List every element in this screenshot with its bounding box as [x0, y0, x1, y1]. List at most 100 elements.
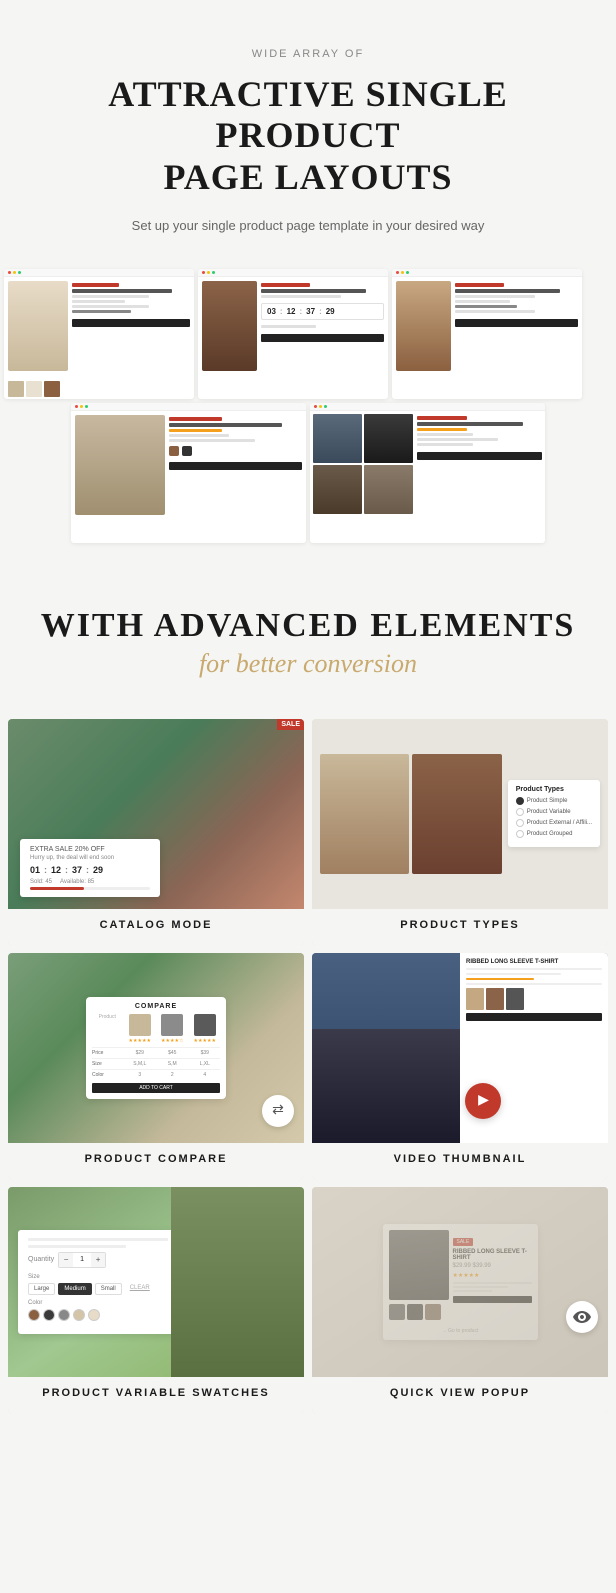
feature-swatches-image: Quantity − 1 + Size Large Medium Small — [8, 1187, 304, 1377]
compare-row-size: Size S,M,L S,M L,XL — [92, 1058, 220, 1069]
ms: 29 — [326, 307, 335, 316]
color-dark[interactable] — [43, 1309, 55, 1321]
nav-dot-yellow — [401, 271, 404, 274]
menu-item-simple: Product Simple — [516, 797, 592, 805]
cta-button — [417, 452, 542, 460]
size-clear[interactable]: CLEAR — [125, 1283, 155, 1295]
feature-product-types[interactable]: Product Types Product Simple Product Var… — [312, 719, 608, 945]
product-info — [417, 414, 542, 540]
compare-background: COMPARE Product ★★★★★ ★★★★☆ — [8, 953, 304, 1143]
layout-thumb-5[interactable] — [310, 403, 545, 543]
feature-catalog-image: SALE EXTRA SALE 20% OFF Hurry up, the de… — [8, 719, 304, 909]
product-img-1 — [320, 754, 409, 874]
advanced-subtitle: for better conversion — [20, 649, 596, 679]
badge-line — [417, 416, 467, 420]
browser-nav — [71, 403, 306, 411]
browser-nav — [4, 269, 194, 277]
color-beige[interactable] — [73, 1309, 85, 1321]
color-label: Color — [28, 1300, 168, 1306]
nav-dot-yellow — [80, 405, 83, 408]
color-swatch-row: Color — [28, 1300, 168, 1321]
compare-stars-1: ★★★★★ — [129, 1038, 151, 1044]
layout-screenshots-row2 — [0, 403, 616, 543]
detail-line2 — [169, 439, 255, 442]
feature-product-compare[interactable]: COMPARE Product ★★★★★ ★★★★☆ — [8, 953, 304, 1179]
model-background — [312, 953, 460, 1143]
qty-minus[interactable]: − — [59, 1253, 73, 1267]
hours: 03 — [267, 307, 276, 316]
cta-button — [455, 319, 578, 327]
detail-line2 — [72, 300, 125, 303]
layout-thumb-2[interactable]: 03 : 12 : 37 : 29 — [198, 269, 388, 399]
thumbnail-row — [4, 379, 194, 399]
layout-thumb-4[interactable] — [71, 403, 306, 543]
panel-thumb-2 — [486, 988, 504, 1010]
color-options — [28, 1309, 168, 1321]
hero-title-line2: PAGE LAYOUTS — [163, 157, 452, 197]
panel-line-2 — [466, 973, 561, 975]
feature-quickview[interactable]: SALE RIBBED LONG SLEEVE T-SHIRT $29.99 $… — [312, 1187, 608, 1413]
panel-line-4 — [466, 983, 602, 985]
cta-button — [261, 334, 384, 342]
nav-dot-yellow — [207, 271, 210, 274]
layout-content — [71, 411, 306, 543]
feature-catalog-mode[interactable]: SALE EXTRA SALE 20% OFF Hurry up, the de… — [8, 719, 304, 945]
hero-title: ATTRACTIVE SINGLE PRODUCT PAGE LAYOUTS — [20, 74, 596, 198]
menu-title: Product Types — [516, 786, 592, 793]
size-swatch-row: Size Large Medium Small CLEAR — [28, 1274, 168, 1295]
nav-dot-red — [202, 271, 205, 274]
feature-video-thumbnail[interactable]: RIBBED LONG SLEEVE T-SHIRT ▶ VIDEO THUMB… — [312, 953, 608, 1179]
qty-value: 1 — [73, 1253, 91, 1267]
badge-line — [261, 283, 310, 287]
quick-view-eye-icon[interactable] — [566, 1301, 598, 1333]
detail-line — [455, 295, 535, 298]
color-light[interactable] — [88, 1309, 100, 1321]
size-medium[interactable]: Medium — [58, 1283, 91, 1295]
sold-label: Sold: 45 Available: 85 — [30, 879, 150, 885]
quantity-row: Quantity − 1 + — [28, 1252, 168, 1268]
compare-thumb-3 — [194, 1014, 216, 1036]
features-grid: SALE EXTRA SALE 20% OFF Hurry up, the de… — [0, 711, 616, 1429]
compare-thumb-1 — [129, 1014, 151, 1036]
menu-item-variable: Product Variable — [516, 808, 592, 816]
color-gray[interactable] — [58, 1309, 70, 1321]
size-small[interactable]: Small — [95, 1283, 122, 1295]
product-img-2 — [412, 754, 501, 874]
nav-dot-green — [406, 271, 409, 274]
panel-line-1 — [28, 1238, 168, 1241]
panel-thumb-3 — [506, 988, 524, 1010]
nav-dot-green — [85, 405, 88, 408]
layout-content — [392, 277, 582, 399]
detail-line2 — [455, 300, 510, 303]
stars-line — [169, 429, 222, 432]
progress-bar — [30, 887, 150, 890]
product-image — [396, 281, 451, 371]
nav-dot-green — [212, 271, 215, 274]
panel-line-1 — [466, 968, 602, 970]
quickview-bg-overlay — [312, 1187, 608, 1377]
panel-cta — [466, 1013, 602, 1021]
product-info — [72, 281, 190, 375]
timer-minutes: 12 — [51, 865, 61, 875]
compare-col-1: ★★★★★ — [125, 1014, 156, 1044]
compare-col-3: ★★★★★ — [190, 1014, 221, 1044]
layout-thumb-1[interactable] — [4, 269, 194, 399]
color-brown[interactable] — [28, 1309, 40, 1321]
layout-content — [4, 277, 194, 379]
thumb-3 — [44, 381, 60, 397]
size-large[interactable]: Large — [28, 1283, 55, 1295]
qty-plus[interactable]: + — [91, 1253, 105, 1267]
minutes: 12 — [287, 307, 296, 316]
hero-section: WIDE ARRAY OF ATTRACTIVE SINGLE PRODUCT … — [0, 0, 616, 269]
sale-badge: SALE — [277, 719, 304, 730]
feature-quickview-image: SALE RIBBED LONG SLEEVE T-SHIRT $29.99 $… — [312, 1187, 608, 1377]
compare-add-button[interactable]: ADD TO CART — [92, 1083, 220, 1093]
feature-swatches[interactable]: Quantity − 1 + Size Large Medium Small — [8, 1187, 304, 1413]
qty-control[interactable]: − 1 + — [58, 1252, 106, 1268]
color-swatch — [169, 446, 179, 456]
panel-thumb-1 — [466, 988, 484, 1010]
timer-seconds: 37 — [72, 865, 82, 875]
thumb-1 — [8, 381, 24, 397]
advanced-section: WITH ADVANCED ELEMENTS for better conver… — [0, 559, 616, 711]
layout-thumb-3[interactable] — [392, 269, 582, 399]
